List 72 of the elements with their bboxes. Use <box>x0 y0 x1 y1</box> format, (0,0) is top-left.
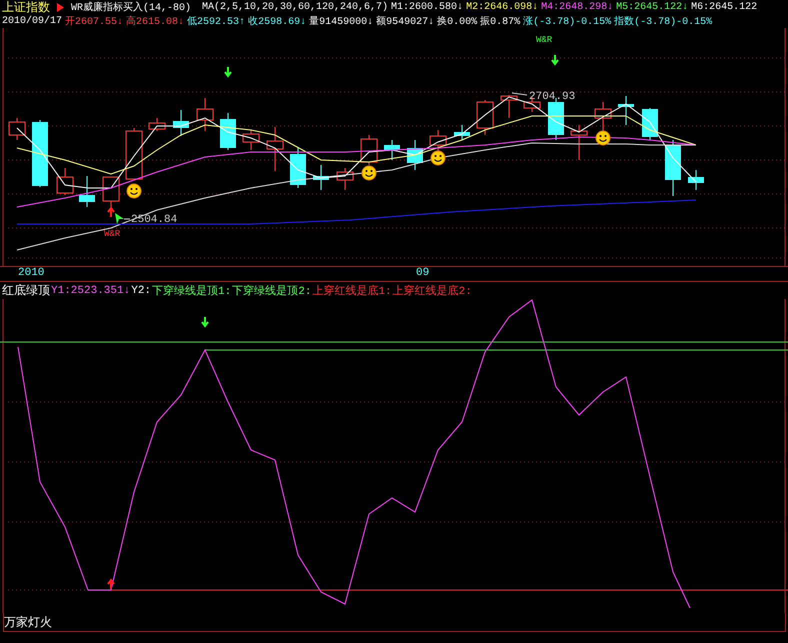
quote-value: 高2615.08↓ <box>126 14 184 28</box>
candlestick <box>500 94 518 118</box>
candlestick <box>220 112 236 150</box>
candlestick <box>688 170 704 190</box>
indicator-value: Y2: <box>131 284 152 296</box>
ma-value: M5:2645.122↓ <box>616 2 688 12</box>
ma-value: M2:2646.098↓ <box>466 2 538 12</box>
candlestick <box>242 130 260 150</box>
candlestick <box>430 130 446 152</box>
time-axis-label: 09 <box>416 267 430 279</box>
arrow-down-icon <box>201 316 209 328</box>
footer-label: 万家灯火 <box>4 614 52 630</box>
signal-label: W&R <box>536 35 552 45</box>
index-name[interactable]: 上证指数 <box>2 0 50 16</box>
price-label: 2504.84 <box>131 214 178 226</box>
smiley-icon <box>362 166 376 180</box>
candlestick <box>126 128 142 180</box>
indicator-value: 下穿绿线是顶2: <box>232 284 312 298</box>
candlestick <box>313 164 329 190</box>
quote-value: 开2607.55↓ <box>65 15 124 28</box>
quote-value: 低2592.53↑ <box>187 15 246 28</box>
candlestick <box>336 168 354 190</box>
candlestick <box>476 100 494 136</box>
quote-value: 指数(-3.78)-0.15% <box>614 14 712 28</box>
candlestick <box>173 110 189 136</box>
arrow-down-icon <box>224 66 232 78</box>
arrow-up-icon <box>107 578 115 590</box>
candlestick <box>618 96 634 126</box>
indicator-name[interactable]: 红底绿顶 <box>2 282 50 299</box>
quote-value: 量91459000↓ <box>309 15 374 28</box>
indicator-value: Y1:2523.351↓ <box>51 284 130 296</box>
ma-value: M1:2600.580↓ <box>391 2 464 12</box>
candlestick <box>148 118 166 132</box>
candlestick <box>8 118 26 140</box>
quote-value: 涨(-3.78)-0.15% <box>523 14 612 28</box>
arrow-down-icon <box>551 54 559 66</box>
candlestick <box>32 120 48 188</box>
candlestick <box>196 98 214 132</box>
ma-value: M4:2648.298↓ <box>541 2 614 12</box>
candlestick <box>56 168 74 196</box>
candlestick <box>79 176 95 208</box>
candlestick <box>266 126 284 172</box>
candlestick <box>570 124 588 160</box>
quote-value: 振0.87% <box>480 15 520 28</box>
quote-value: 收2598.69↓ <box>248 15 306 28</box>
quote-value: 额9549027↓ <box>376 14 434 28</box>
candlestick <box>407 140 423 170</box>
candlestick <box>290 148 306 188</box>
indicator-title: WR威廉指标买入(14,-80) <box>71 0 192 14</box>
date-label: 2010/09/17 <box>2 16 62 26</box>
smiley-icon <box>596 130 610 146</box>
quote-value: 换0.00% <box>437 15 478 28</box>
ma-value: M6:2645.122 <box>691 2 758 12</box>
indicator-value: 上穿红线是底1: <box>312 284 392 298</box>
ma-params: MA(2,5,10,20,30,60,120,240,6,7) <box>202 2 388 12</box>
cursor-arrow-icon <box>115 213 124 224</box>
candlestick <box>665 140 681 196</box>
indicator-value: 下穿绿线是顶1: <box>152 284 232 298</box>
candlestick <box>642 108 658 140</box>
candlestick <box>454 124 470 140</box>
smiley-icon <box>430 150 446 166</box>
indicator-value: 上穿红线是底2: <box>392 284 472 298</box>
leader-line <box>124 218 130 220</box>
price-label: 2704.93 <box>529 91 576 103</box>
time-axis-label: 2010 <box>18 267 44 279</box>
smiley-icon <box>126 184 142 198</box>
triangle-marker-icon <box>57 2 64 12</box>
candlestick <box>384 140 400 160</box>
candlestick <box>548 98 564 140</box>
arrow-up-icon <box>107 206 115 218</box>
signal-label: W&R <box>104 229 120 239</box>
leader-line <box>512 92 528 96</box>
